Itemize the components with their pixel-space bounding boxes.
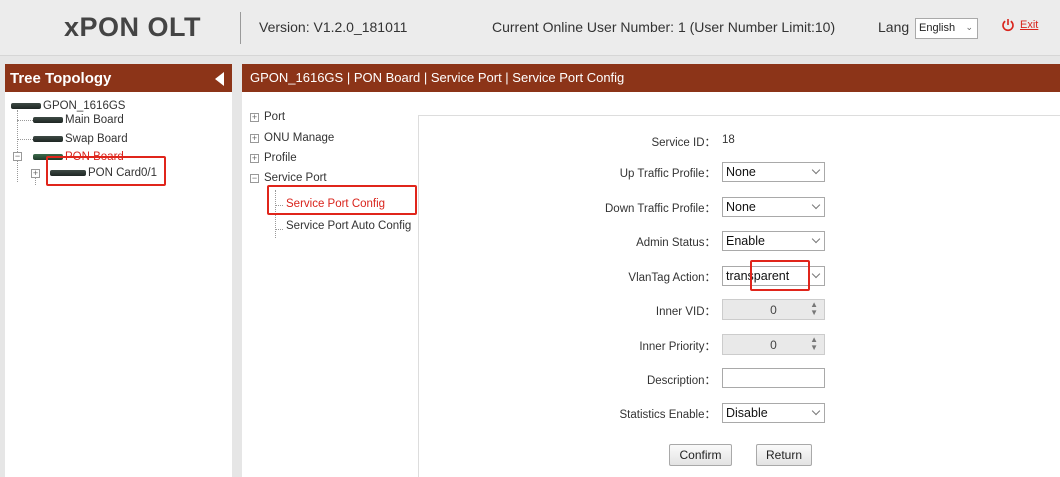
app-window: xPON OLT Version: V1.2.0_181011 Current … xyxy=(0,0,1060,477)
inner-priority-stepper[interactable]: 0 ▲ ▼ xyxy=(722,334,825,355)
down-traffic-label: Down Traffic Profile： xyxy=(605,203,716,215)
menu-item-label: Profile xyxy=(264,152,297,164)
app-logo: xPON OLT xyxy=(64,12,202,42)
highlight-box xyxy=(267,185,417,215)
collapse-toggle-icon: − xyxy=(250,172,259,183)
chevron-down-icon xyxy=(811,234,821,244)
menu-item-profile[interactable]: + Profile xyxy=(250,152,297,164)
exit-label: Exit xyxy=(1020,19,1039,31)
down-traffic-row: Down Traffic Profile： None xyxy=(419,196,1060,218)
tree-node-main-board[interactable]: Main Board xyxy=(33,114,124,126)
inner-vid-row: Inner VID： 0 ▲ ▼ xyxy=(419,299,1060,321)
tree-node-label: Swap Board xyxy=(65,133,128,145)
service-id-row: Service ID： 18 xyxy=(419,130,1060,152)
tree-node-label: Main Board xyxy=(65,114,124,126)
tree-node-swap-board[interactable]: Swap Board xyxy=(33,133,128,145)
statistics-enable-row: Statistics Enable： Disable xyxy=(419,402,1060,424)
expand-toggle-icon: + xyxy=(250,132,259,143)
menu-item-port[interactable]: + Port xyxy=(250,111,285,123)
inner-vid-stepper[interactable]: 0 ▲ ▼ xyxy=(722,299,825,320)
tree-topology-title: Tree Topology xyxy=(5,64,232,92)
chevron-down-icon xyxy=(811,200,821,210)
main-content: GPON_1616GS | PON Board | Service Port |… xyxy=(242,64,1060,477)
description-row: Description： xyxy=(419,368,1060,390)
admin-status-row: Admin Status： Enable xyxy=(419,230,1060,252)
expand-toggle-icon[interactable]: − xyxy=(13,152,22,161)
chevron-down-icon xyxy=(811,406,821,416)
version-text: Version: V1.2.0_181011 xyxy=(259,19,408,35)
spinner-arrows-icon[interactable]: ▲ ▼ xyxy=(810,336,818,352)
up-traffic-value: None xyxy=(726,165,756,179)
expand-toggle-icon: + xyxy=(250,111,259,122)
up-traffic-label: Up Traffic Profile： xyxy=(619,168,716,180)
board-icon xyxy=(33,117,63,123)
down-traffic-select[interactable]: None xyxy=(722,197,825,217)
inner-priority-value: 0 xyxy=(770,338,777,352)
statistics-enable-label: Statistics Enable： xyxy=(619,409,716,421)
menu-item-label: Service Port xyxy=(264,172,327,184)
tree-connector xyxy=(275,229,283,230)
service-port-config-form: Service ID： 18 Up Traffic Profile： None … xyxy=(418,115,1060,477)
service-id-label: Service ID： xyxy=(651,137,716,149)
breadcrumb: GPON_1616GS | PON Board | Service Port |… xyxy=(242,64,1060,92)
board-icon xyxy=(33,136,63,142)
menu-item-label: ONU Manage xyxy=(264,132,335,144)
chevron-down-icon xyxy=(811,269,821,279)
service-id-value: 18 xyxy=(722,134,735,146)
online-user-count: Current Online User Number: 1 (User Numb… xyxy=(492,19,836,35)
up-traffic-row: Up Traffic Profile： None xyxy=(419,161,1060,183)
down-traffic-value: None xyxy=(726,200,756,214)
language-select[interactable]: English ⌄ xyxy=(915,18,978,39)
menu-item-service-port[interactable]: − Service Port xyxy=(250,172,327,184)
admin-status-select[interactable]: Enable xyxy=(722,231,825,251)
menu-item-service-port-auto-config[interactable]: Service Port Auto Config xyxy=(286,220,411,232)
expand-toggle-icon[interactable]: + xyxy=(31,169,40,178)
tree-topology-panel: Tree Topology GPON_1616GS Main Board Swa… xyxy=(5,64,232,477)
menu-item-onu-manage[interactable]: + ONU Manage xyxy=(250,132,334,144)
inner-priority-label: Inner Priority： xyxy=(639,341,716,353)
vlantag-action-label: VlanTag Action： xyxy=(628,272,716,284)
top-header: xPON OLT Version: V1.2.0_181011 Current … xyxy=(0,0,1060,56)
tree-node-gpon[interactable]: GPON_1616GS xyxy=(11,100,125,112)
menu-item-label: Port xyxy=(264,111,286,123)
tree-node-label: GPON_1616GS xyxy=(43,100,126,112)
description-label: Description： xyxy=(646,375,716,387)
header-divider xyxy=(240,12,241,44)
confirm-button[interactable]: Confirm xyxy=(669,444,732,466)
inner-vid-value: 0 xyxy=(770,303,777,317)
chevron-down-icon xyxy=(811,165,821,175)
tree-connector xyxy=(17,139,33,140)
statistics-enable-value: Disable xyxy=(726,406,768,420)
admin-status-value: Enable xyxy=(726,234,765,248)
statistics-enable-select[interactable]: Disable xyxy=(722,403,825,423)
tree-connector xyxy=(17,120,33,121)
topology-tree: GPON_1616GS Main Board Swap Board − PON … xyxy=(5,92,232,212)
lang-label: Lang xyxy=(878,19,910,35)
vlantag-action-row: VlanTag Action： transparent xyxy=(419,260,1060,291)
language-select-value: English xyxy=(919,22,956,34)
collapse-arrow-icon[interactable] xyxy=(215,72,224,86)
description-input[interactable] xyxy=(722,368,825,388)
up-traffic-select[interactable]: None xyxy=(722,162,825,182)
menu-item-label: Service Port Auto Config xyxy=(286,220,412,232)
spinner-arrows-icon[interactable]: ▲ ▼ xyxy=(810,301,818,317)
inner-vid-label: Inner VID： xyxy=(655,306,716,318)
device-icon xyxy=(11,103,41,109)
highlight-box xyxy=(750,260,810,291)
power-icon xyxy=(1002,19,1014,32)
exit-link[interactable]: Exit xyxy=(1001,18,1038,32)
highlight-box xyxy=(46,156,166,186)
inner-priority-row: Inner Priority： 0 ▲ ▼ xyxy=(419,334,1060,356)
return-button[interactable]: Return xyxy=(756,444,812,466)
tree-topology-title-text: Tree Topology xyxy=(10,70,112,87)
chevron-down-icon: ⌄ xyxy=(965,22,973,32)
expand-toggle-icon: + xyxy=(250,152,259,163)
admin-status-label: Admin Status： xyxy=(636,237,716,249)
